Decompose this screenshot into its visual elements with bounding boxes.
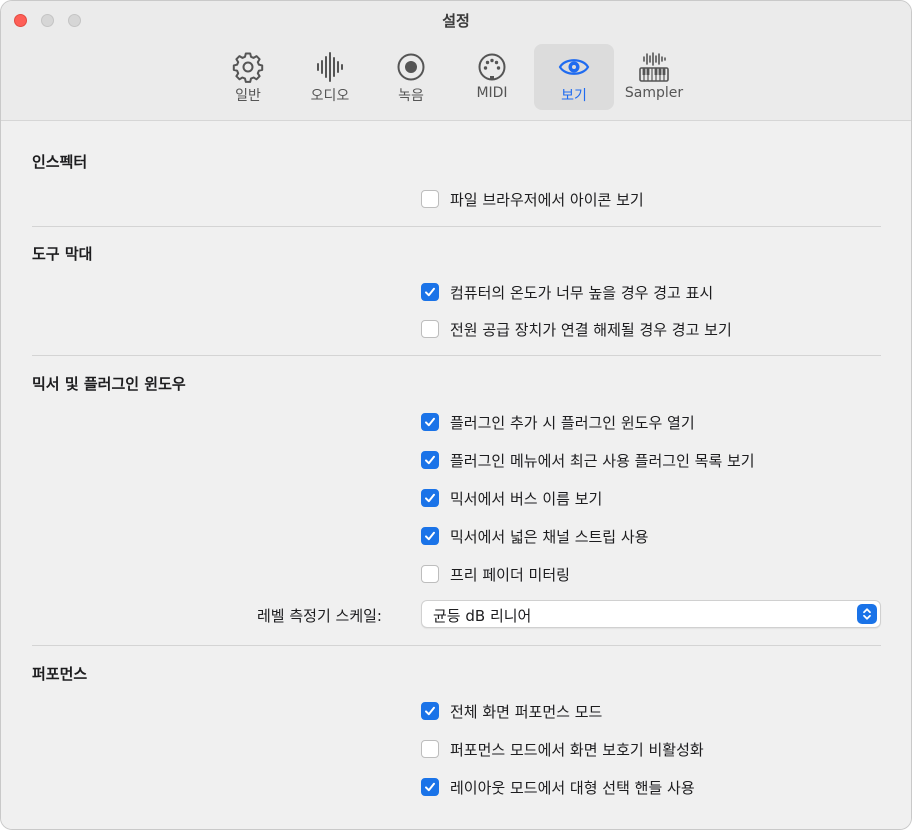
checkbox[interactable] <box>421 778 439 796</box>
option-label: 퍼포먼스 모드에서 화면 보호기 비활성화 <box>450 740 704 759</box>
select-value: 균등 dB 리니어 <box>433 607 532 625</box>
gear-icon <box>232 52 264 83</box>
level-meter-scale-select[interactable]: 균등 dB 리니어 <box>421 600 881 628</box>
option-show-icons-in-file-browser[interactable]: 파일 브라우저에서 아이콘 보기 <box>421 188 644 210</box>
option-wide-channel-strips[interactable]: 믹서에서 넓은 채널 스트립 사용 <box>421 525 648 547</box>
section-divider <box>32 355 881 356</box>
settings-window: 설정 일반 오디오 녹음 MIDI 보기 Sampler 인스펙터 파일 브라우… <box>0 0 912 830</box>
tab-sampler[interactable]: Sampler <box>614 44 694 110</box>
option-label: 전체 화면 퍼포먼스 모드 <box>450 702 603 721</box>
option-open-plugin-window-on-insert[interactable]: 플러그인 추가 시 플러그인 윈도우 열기 <box>421 411 695 433</box>
option-show-recent-plugins[interactable]: 플러그인 메뉴에서 최근 사용 플러그인 목록 보기 <box>421 449 755 471</box>
option-overheat-warning[interactable]: 컴퓨터의 온도가 너무 높을 경우 경고 표시 <box>421 281 713 303</box>
section-title-performance: 퍼포먼스 <box>32 665 88 683</box>
section-title-mixer: 믹서 및 플러그인 윈도우 <box>32 375 186 393</box>
option-large-selection-handles[interactable]: 레이아웃 모드에서 대형 선택 핸들 사용 <box>421 776 695 798</box>
tab-label: 일반 <box>235 88 261 104</box>
record-icon <box>397 53 425 81</box>
checkbox[interactable] <box>421 489 439 507</box>
checkbox[interactable] <box>421 320 439 338</box>
checkbox[interactable] <box>421 190 439 208</box>
tab-label: MIDI <box>476 85 508 101</box>
section-title-inspector: 인스펙터 <box>32 153 88 171</box>
title-bar: 설정 일반 오디오 녹음 MIDI 보기 Sampler <box>1 1 911 121</box>
view-settings-pane: 인스펙터 파일 브라우저에서 아이콘 보기 도구 막대 컴퓨터의 온도가 너무 … <box>1 121 911 829</box>
option-label: 믹서에서 버스 이름 보기 <box>450 489 603 508</box>
section-divider <box>32 226 881 227</box>
tab-midi[interactable]: MIDI <box>452 44 532 110</box>
checkbox[interactable] <box>421 740 439 758</box>
option-label: 레이아웃 모드에서 대형 선택 핸들 사용 <box>450 778 695 797</box>
tab-label: 보기 <box>561 88 587 104</box>
checkmark-icon <box>425 455 435 465</box>
option-pre-fader-metering[interactable]: 프리 페이더 미터링 <box>421 563 570 585</box>
option-show-bus-names[interactable]: 믹서에서 버스 이름 보기 <box>421 487 602 509</box>
tab-general[interactable]: 일반 <box>208 44 288 110</box>
checkmark-icon <box>425 493 435 503</box>
option-label: 플러그인 메뉴에서 최근 사용 플러그인 목록 보기 <box>450 451 755 470</box>
checkmark-icon <box>425 417 435 427</box>
checkbox[interactable] <box>421 565 439 583</box>
eye-icon <box>558 59 590 75</box>
tab-label: 오디오 <box>310 88 350 104</box>
sampler-keyboard-icon <box>639 52 669 82</box>
checkbox[interactable] <box>421 527 439 545</box>
option-label: 파일 브라우저에서 아이콘 보기 <box>450 190 644 209</box>
tab-view[interactable]: 보기 <box>534 44 614 110</box>
checkmark-icon <box>425 706 435 716</box>
section-title-toolbar: 도구 막대 <box>32 245 93 263</box>
checkbox[interactable] <box>421 283 439 301</box>
option-label: 전원 공급 장치가 연결 해제될 경우 경고 보기 <box>450 320 732 339</box>
tab-label: 녹음 <box>398 88 424 104</box>
midi-port-icon <box>478 53 506 81</box>
tab-audio[interactable]: 오디오 <box>290 44 370 110</box>
tab-label: Sampler <box>624 85 684 101</box>
checkmark-icon <box>425 531 435 541</box>
checkmark-icon <box>425 287 435 297</box>
option-label: 컴퓨터의 온도가 너무 높을 경우 경고 표시 <box>450 283 714 302</box>
option-label: 프리 페이더 미터링 <box>450 565 570 584</box>
checkbox[interactable] <box>421 702 439 720</box>
checkbox[interactable] <box>421 413 439 431</box>
popup-stepper[interactable] <box>857 604 877 624</box>
window-title: 설정 <box>442 12 470 30</box>
waveform-icon <box>317 52 343 82</box>
checkbox[interactable] <box>421 451 439 469</box>
option-power-disconnect-warning[interactable]: 전원 공급 장치가 연결 해제될 경우 경고 보기 <box>421 318 732 340</box>
option-disable-screensaver[interactable]: 퍼포먼스 모드에서 화면 보호기 비활성화 <box>421 738 704 760</box>
tab-record[interactable]: 녹음 <box>371 44 451 110</box>
option-fullscreen-performance-mode[interactable]: 전체 화면 퍼포먼스 모드 <box>421 700 602 722</box>
section-divider <box>32 645 881 646</box>
checkmark-icon <box>425 782 435 792</box>
level-meter-scale-label: 레벨 측정기 스케일: <box>257 607 382 625</box>
chevron-up-down-icon <box>863 608 871 620</box>
option-label: 플러그인 추가 시 플러그인 윈도우 열기 <box>450 413 695 432</box>
option-label: 믹서에서 넓은 채널 스트립 사용 <box>450 527 649 546</box>
